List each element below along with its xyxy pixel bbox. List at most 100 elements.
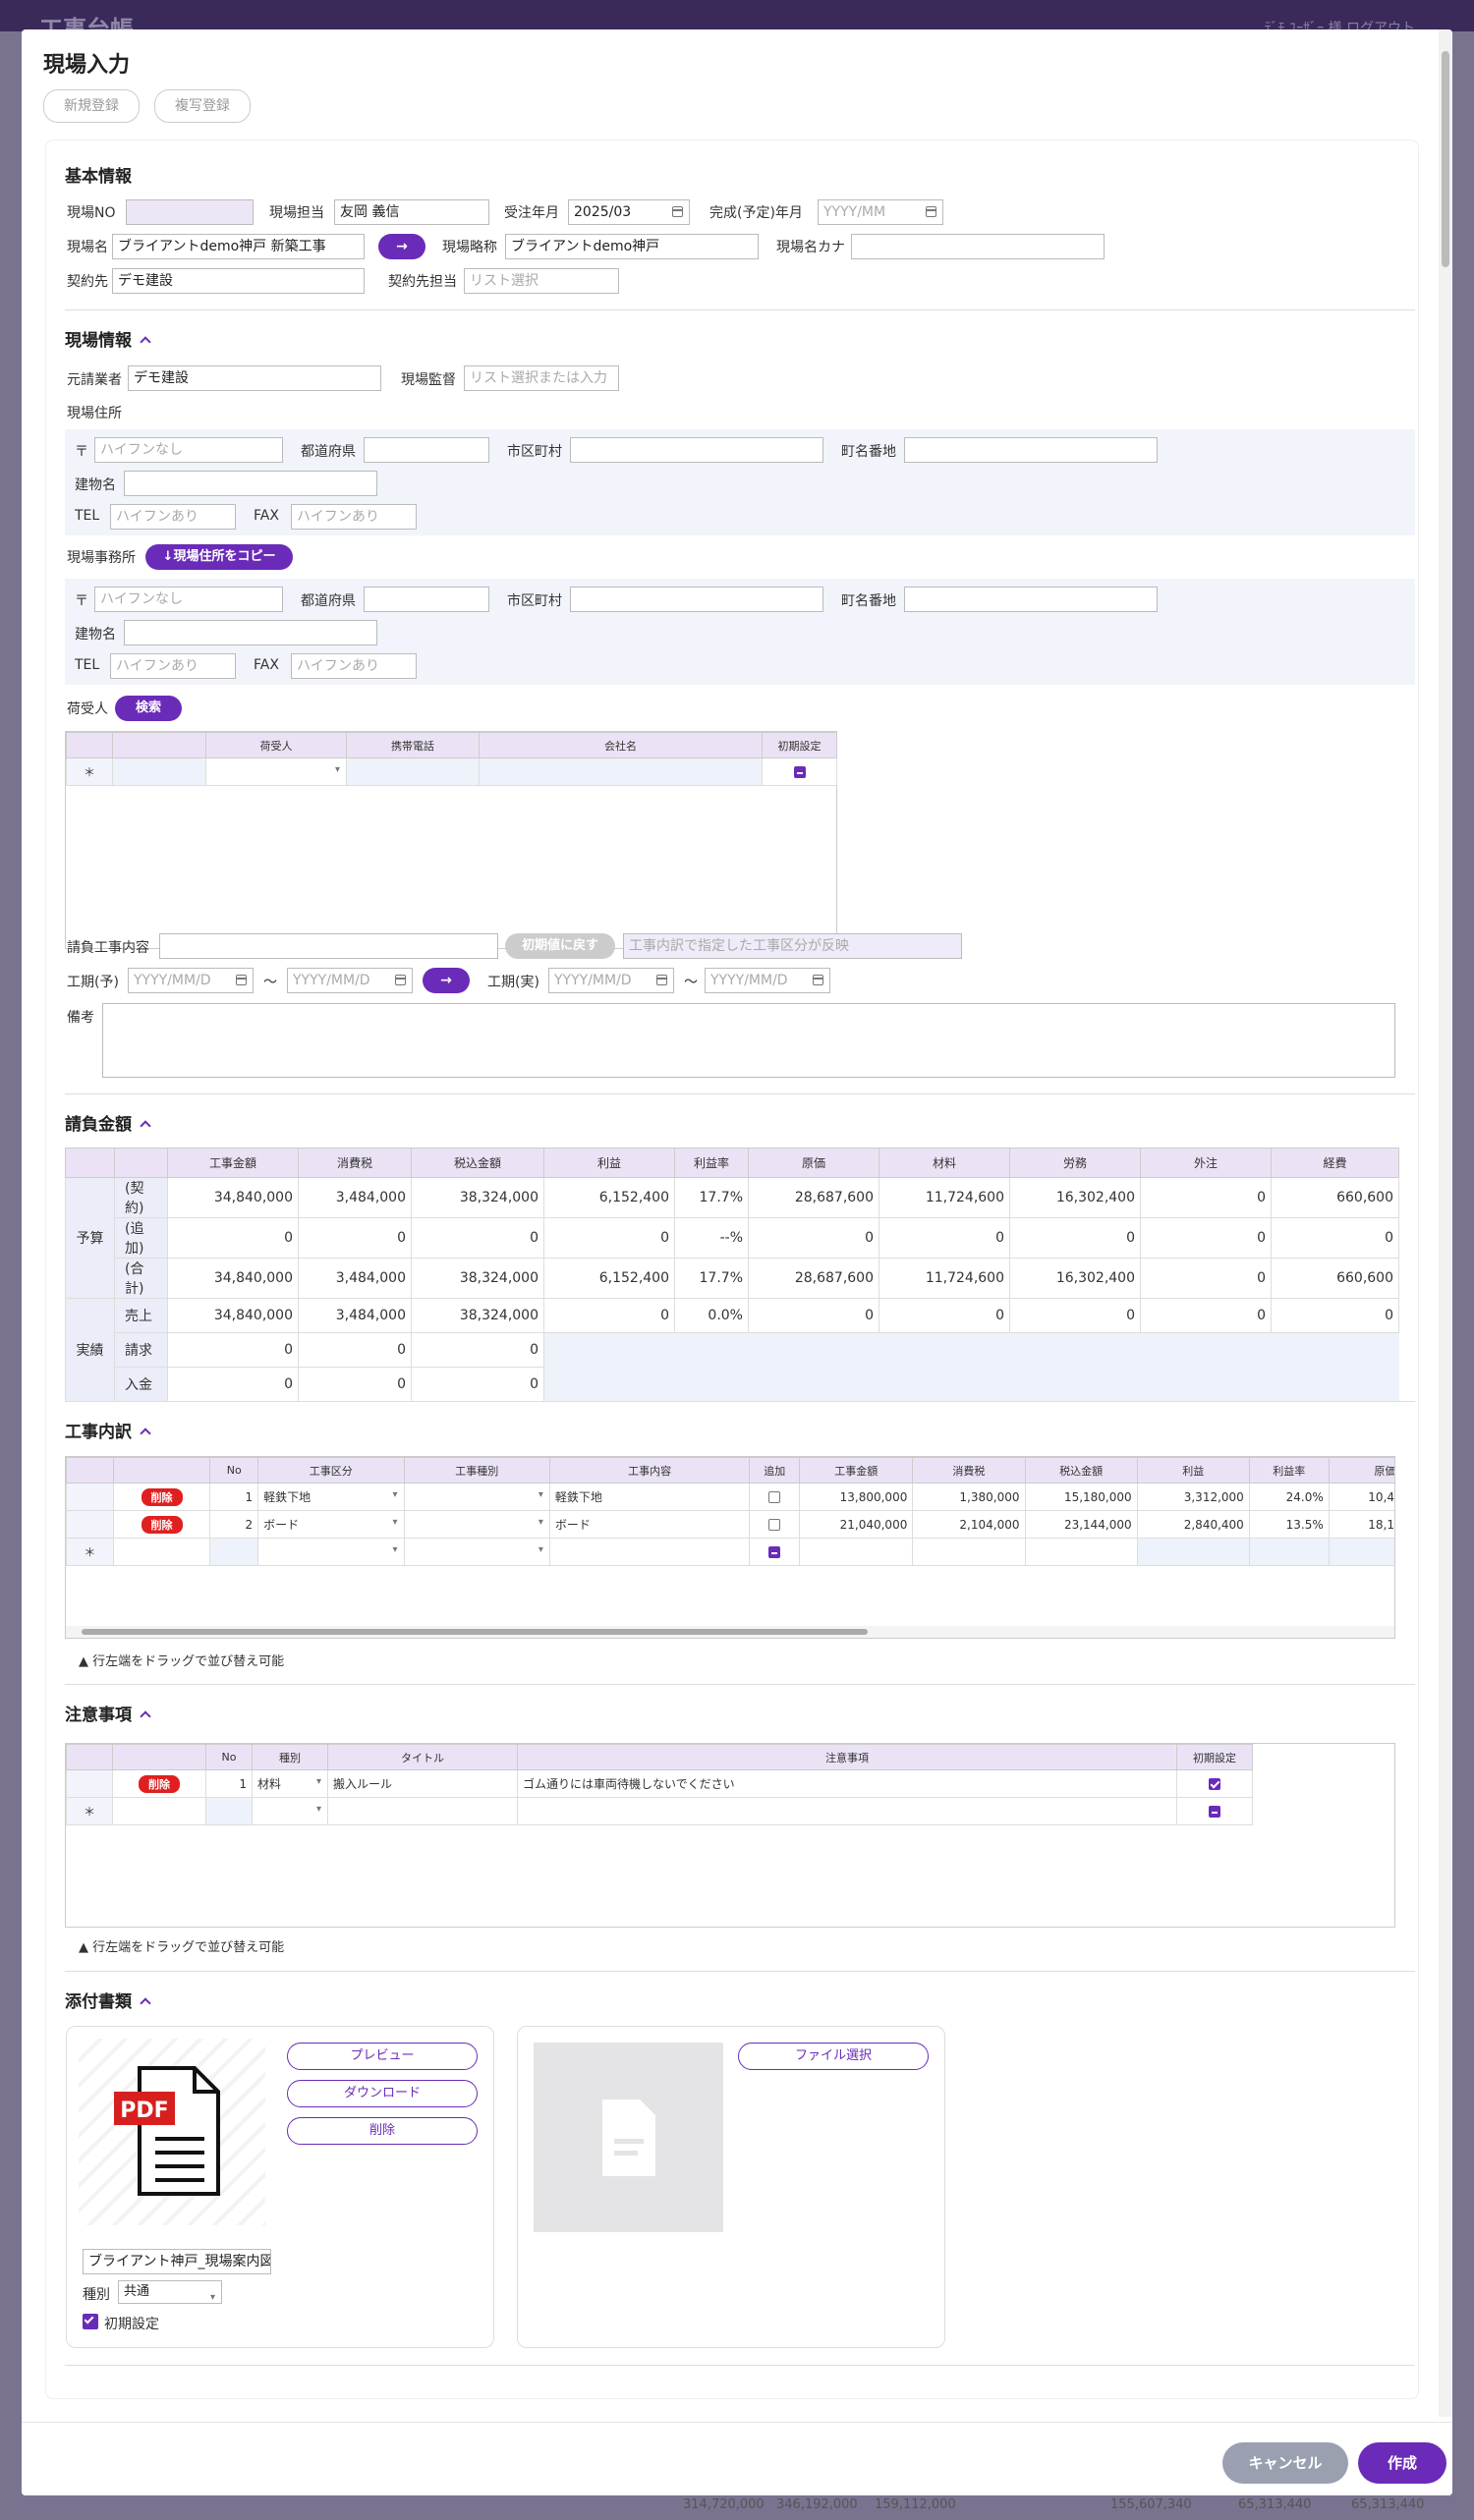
amount-cell: 0	[298, 1332, 412, 1368]
default-checkbox[interactable]	[1209, 1778, 1220, 1790]
site-zip-input[interactable]: ハイフンなし	[94, 437, 283, 463]
kubun-select[interactable]: ボード	[257, 1510, 405, 1539]
create-button[interactable]: 作成	[1358, 2442, 1446, 2484]
kubun-select[interactable]	[257, 1538, 405, 1566]
cancel-button[interactable]: キャンセル	[1222, 2442, 1348, 2484]
breakdown-row[interactable]: 削除1軽鉄下地軽鉄下地13,800,0001,380,00015,180,000…	[66, 1483, 1394, 1511]
kouki-yotei-start[interactable]: YYYY/MM/D	[128, 968, 254, 993]
calendar-icon[interactable]	[672, 206, 683, 217]
add-checkbox[interactable]	[768, 1519, 781, 1531]
delete-button[interactable]: 削除	[141, 1515, 183, 1534]
consignee-select[interactable]	[205, 757, 347, 786]
office-town-input[interactable]	[904, 587, 1158, 612]
office-pref-input[interactable]	[364, 587, 489, 612]
kouki-yotei-end[interactable]: YYYY/MM/D	[287, 968, 413, 993]
office-city-input[interactable]	[570, 587, 823, 612]
kansei-input[interactable]: YYYY/MM	[818, 199, 943, 225]
vertical-scrollbar[interactable]	[1439, 29, 1452, 2417]
consignee-grid: 荷受人 携帯電話 会社名 初期設定 ＊	[65, 731, 837, 949]
amount-row: 請求 0 0 0	[66, 1332, 1399, 1368]
genba-no-input[interactable]	[126, 199, 254, 225]
juchu-input[interactable]: 2025/03	[568, 199, 690, 225]
site-fax-input[interactable]: ハイフンあり	[291, 504, 417, 530]
amount-row: 予算 (契約) 34,840,000 3,484,000 38,324,000 6,152…	[65, 1177, 1399, 1299]
copy-period-arrow-button[interactable]: →	[423, 968, 470, 993]
copy-register-button[interactable]: 複写登録	[154, 89, 251, 123]
file-thumbnail[interactable]: PDF	[79, 2039, 265, 2225]
file-select-button[interactable]: ファイル選択	[738, 2043, 929, 2070]
office-tel-input[interactable]: ハイフンあり	[110, 653, 236, 679]
site-tel-input[interactable]: ハイフンあり	[110, 504, 236, 530]
office-bldg-input[interactable]	[124, 620, 377, 645]
site-city-input[interactable]	[570, 437, 823, 463]
calendar-icon	[236, 975, 247, 985]
keiyaku-input[interactable]: デモ建設	[112, 268, 365, 294]
fax-label: FAX	[254, 508, 279, 524]
shubetsu-select[interactable]	[403, 1538, 550, 1566]
delete-button[interactable]: 削除	[139, 1774, 180, 1793]
section-caution[interactable]: 注意事項	[65, 1701, 151, 1725]
breakdown-row[interactable]: 削除2ボードボード21,040,0002,104,00023,144,0002,…	[66, 1510, 1394, 1539]
motouke-input[interactable]: デモ建設	[128, 365, 381, 391]
biko-label: 備考	[67, 1010, 94, 1026]
calendar-icon[interactable]	[926, 206, 936, 217]
reset-default-button[interactable]: 初期値に戻す	[505, 933, 615, 959]
keiyaku-tanto-input[interactable]: リスト選択	[464, 268, 619, 294]
amount-cell: 0	[411, 1367, 544, 1402]
delete-button[interactable]: 削除	[141, 1487, 183, 1506]
shubetsu-select[interactable]	[403, 1510, 550, 1539]
add-checkbox[interactable]	[768, 1491, 781, 1503]
section-breakdown[interactable]: 工事内訳	[65, 1418, 151, 1442]
fax-label: FAX	[254, 657, 279, 673]
tanto-label: 現場担当	[269, 205, 324, 221]
amount-cell: 0	[1271, 1298, 1399, 1333]
biko-textarea[interactable]	[102, 1003, 1395, 1078]
site-bldg-input[interactable]	[124, 471, 377, 496]
copy-name-arrow-button[interactable]: →	[378, 234, 425, 259]
caution-row[interactable]: 削除1材料搬入ルールゴム通りには車両待機しないでください	[66, 1769, 1253, 1798]
kouki-jitsu-end[interactable]: YYYY/MM/D	[705, 968, 830, 993]
new-row-marker: ＊	[66, 1538, 114, 1566]
kana-input[interactable]	[851, 234, 1105, 259]
kubun-select[interactable]: 軽鉄下地	[257, 1483, 405, 1511]
chevron-up-icon	[140, 1120, 151, 1132]
section-site-info[interactable]: 現場情報	[65, 326, 151, 351]
consignee-search-button[interactable]: 検索	[115, 696, 182, 721]
tanto-input[interactable]: 友岡 義信	[334, 199, 489, 225]
kind-select[interactable]: 材料	[252, 1769, 328, 1798]
kind-select[interactable]: 共通	[118, 2280, 222, 2304]
calendar-icon	[656, 975, 667, 985]
kansei-label: 完成(予定)年月	[709, 205, 803, 221]
site-pref-input[interactable]	[364, 437, 489, 463]
horizontal-scrollbar[interactable]	[66, 1626, 1394, 1638]
site-town-input[interactable]	[904, 437, 1158, 463]
kantoku-input[interactable]: リスト選択または入力	[464, 365, 619, 391]
zip-label: 〒	[75, 593, 88, 609]
abbr-input[interactable]: ブライアントdemo神戸	[505, 234, 759, 259]
copy-address-button[interactable]: ↓現場住所をコピー	[145, 544, 293, 570]
default-checkbox[interactable]	[83, 2314, 98, 2329]
kind-select[interactable]	[252, 1797, 328, 1825]
add-checkbox[interactable]	[768, 1546, 781, 1558]
delete-file-button[interactable]: 削除	[287, 2117, 478, 2145]
amount-cell: 0	[1009, 1217, 1141, 1259]
amount-cell: 660,600	[1271, 1177, 1399, 1218]
section-attachments[interactable]: 添付書類	[65, 1988, 151, 2012]
office-fax-input[interactable]: ハイフンあり	[291, 653, 417, 679]
section-amount[interactable]: 請負金額	[65, 1110, 151, 1135]
kouki-jitsu-start[interactable]: YYYY/MM/D	[548, 968, 674, 993]
default-checkbox[interactable]	[1209, 1806, 1220, 1818]
preview-button[interactable]: プレビュー	[287, 2043, 478, 2070]
download-button[interactable]: ダウンロード	[287, 2080, 478, 2107]
new-register-button[interactable]: 新規登録	[43, 89, 140, 123]
koji-naiyo-input[interactable]	[159, 933, 498, 959]
amount-cell: 38,324,000	[411, 1177, 544, 1218]
kouki-yotei-label: 工期(予)	[67, 975, 119, 990]
default-checkbox[interactable]	[793, 766, 806, 778]
genba-name-input[interactable]: ブライアントdemo神戸 新築工事	[112, 234, 365, 259]
shubetsu-select[interactable]	[403, 1483, 550, 1511]
pref-label: 都道府県	[301, 444, 356, 460]
amount-cell: 34,840,000	[167, 1258, 299, 1299]
file-name-input[interactable]: ブライアント神戸_現場案内図	[83, 2249, 271, 2274]
office-zip-input[interactable]: ハイフンなし	[94, 587, 283, 612]
